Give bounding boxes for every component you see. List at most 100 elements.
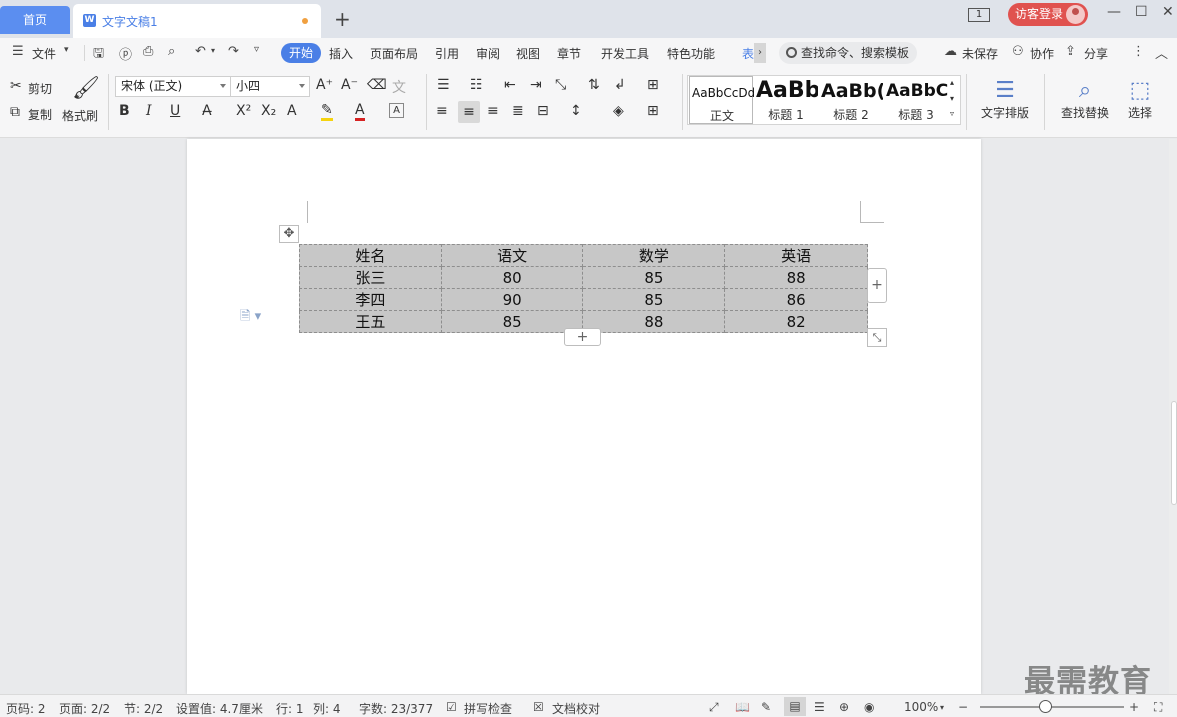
zoom-slider-track[interactable] — [980, 706, 1124, 708]
sort-icon[interactable]: ⇅ — [588, 77, 600, 93]
shrink-font-icon[interactable]: A⁻ — [341, 77, 358, 93]
bold-icon[interactable]: B — [119, 103, 130, 119]
subscript-icon[interactable]: X₂ — [261, 103, 276, 119]
status-word-count[interactable]: 字数: 23/377 — [359, 700, 433, 717]
more-options-icon[interactable]: ⋮ — [1132, 44, 1145, 59]
strikethrough-icon[interactable]: A̶ — [202, 103, 212, 119]
outline-view-icon[interactable]: ☰ — [814, 700, 825, 714]
char-border-icon[interactable]: A — [389, 103, 404, 118]
font-size-select[interactable]: 小四 — [230, 76, 310, 97]
grow-font-icon[interactable]: A⁺ — [316, 77, 333, 93]
status-section[interactable]: 节: 2/2 — [124, 700, 163, 717]
zoom-dropdown-icon[interactable]: ▾ — [940, 703, 944, 712]
fit-page-icon[interactable]: ⛶ — [1154, 700, 1162, 715]
tab-references[interactable]: 引用 — [435, 45, 459, 62]
table-cell[interactable]: 90 — [440, 288, 584, 311]
ruler-icon[interactable]: ⊞ — [647, 77, 659, 93]
add-row-plus-icon[interactable]: + — [564, 328, 601, 346]
cut-button[interactable]: 剪切 — [28, 80, 52, 97]
align-center-icon[interactable]: ≡ — [458, 101, 480, 123]
table-cell[interactable]: 85 — [582, 266, 726, 289]
scrollbar-thumb[interactable] — [1171, 401, 1177, 505]
table-cell[interactable]: 88 — [724, 266, 868, 289]
text-layout-button[interactable]: ☰ 文字排版 — [975, 78, 1035, 121]
tab-features[interactable]: 特色功能 — [667, 45, 715, 62]
styles-scroll-up-icon[interactable]: ▴ — [950, 78, 954, 87]
proofread-button[interactable]: 文档校对 — [552, 700, 600, 717]
font-name-select[interactable]: 宋体 (正文) — [115, 76, 231, 97]
select-button[interactable]: ⬚ 选择 — [1120, 78, 1160, 121]
font-color-icon[interactable]: A — [355, 103, 365, 121]
table-cell[interactable]: 语文 — [440, 244, 584, 267]
table-cell[interactable]: 85 — [440, 310, 584, 333]
highlight-icon[interactable]: ✎ — [321, 103, 333, 121]
text-effect-icon[interactable]: A — [287, 103, 297, 119]
style-normal[interactable]: AaBbCcDd 正文 — [689, 76, 754, 124]
line-spacing-icon[interactable]: ↕ — [570, 103, 582, 119]
collab-button[interactable]: 协作 — [1030, 45, 1054, 62]
table-cell[interactable]: 82 — [724, 310, 868, 333]
share-button[interactable]: 分享 — [1084, 45, 1108, 62]
table-cell[interactable]: 80 — [440, 266, 584, 289]
edit-mode-icon[interactable]: ✎ — [761, 700, 771, 714]
distribute-icon[interactable]: ⊟ — [537, 103, 549, 119]
zoom-in-icon[interactable]: + — [1129, 700, 1139, 714]
status-setting-value[interactable]: 设置值: 4.7厘米 — [176, 700, 263, 717]
undo-dropdown-icon[interactable]: ▾ — [211, 46, 215, 55]
align-right-icon[interactable]: ≡ — [487, 103, 499, 119]
more-tabs-icon[interactable]: › — [754, 43, 766, 63]
table-cell[interactable]: 李四 — [299, 288, 442, 311]
superscript-icon[interactable]: X² — [236, 103, 251, 119]
table-cell[interactable]: 姓名 — [299, 244, 442, 267]
shading-icon[interactable]: ◈ — [613, 103, 624, 119]
numbered-list-icon[interactable]: ☷ — [470, 77, 483, 93]
tab-home[interactable]: 首页 — [0, 6, 70, 34]
print-preview-icon[interactable]: ⌕ — [168, 44, 175, 59]
search-command-input[interactable]: 查找命令、搜索模板 — [779, 42, 917, 64]
status-row[interactable]: 行: 1 — [276, 700, 304, 717]
status-page-number[interactable]: 页码: 2 — [6, 700, 46, 717]
zoom-slider-knob[interactable] — [1038, 700, 1052, 713]
web-view-icon[interactable]: ⊕ — [839, 700, 849, 714]
redo-icon[interactable]: ↷ — [228, 44, 239, 59]
tab-table-tools[interactable]: 表 — [742, 45, 754, 62]
table-cell[interactable]: 88 — [582, 310, 726, 333]
customize-toolbar-icon[interactable]: ▿ — [254, 44, 259, 55]
table-cell[interactable]: 王五 — [299, 310, 442, 333]
tab-start[interactable]: 开始 — [281, 43, 321, 63]
tab-document[interactable]: W 文字文稿1 — [73, 4, 321, 38]
phonetic-guide-icon[interactable]: 文 — [392, 77, 406, 97]
decrease-indent-icon[interactable]: ⇤ — [504, 77, 516, 93]
spellcheck-button[interactable]: 拼写检查 — [464, 700, 512, 717]
text-direction-icon[interactable]: ⤡ — [555, 77, 566, 93]
copy-button[interactable]: 复制 — [28, 106, 52, 123]
collapse-ribbon-icon[interactable]: ︿ — [1155, 43, 1168, 62]
print-icon[interactable]: ⎙ — [143, 44, 153, 59]
document-workspace[interactable]: ✥ 🗎 ▾ 姓名 语文 数学 英语 张三 80 85 88 李四 90 85 8… — [0, 139, 1177, 694]
menu-file[interactable]: 文件 — [32, 45, 56, 62]
unsaved-status[interactable]: 未保存 — [962, 45, 998, 62]
chevron-down-icon[interactable]: ▾ — [64, 45, 69, 55]
increase-indent-icon[interactable]: ⇥ — [530, 77, 542, 93]
styles-more-icon[interactable]: ▿ — [950, 109, 954, 118]
fullscreen-icon[interactable]: ⤢ — [709, 700, 719, 715]
table-cell[interactable]: 85 — [582, 288, 726, 311]
tab-view[interactable]: 视图 — [516, 45, 540, 62]
close-icon[interactable]: ✕ — [1162, 4, 1174, 20]
window-count-icon[interactable]: 1 — [968, 8, 990, 22]
copy-icon[interactable]: ⧉ — [10, 104, 20, 120]
eye-protect-icon[interactable]: ◉ — [864, 700, 874, 714]
table-cell[interactable]: 英语 — [724, 244, 868, 267]
style-heading-2[interactable]: AaBb( 标题 2 — [819, 76, 883, 124]
format-painter-button[interactable]: 格式刷 — [62, 107, 98, 124]
read-mode-icon[interactable]: 📖 — [735, 700, 750, 714]
bullet-list-icon[interactable]: ☰ — [437, 77, 450, 93]
zoom-level[interactable]: 100% — [904, 700, 938, 714]
export-pdf-icon[interactable]: ⓟ — [119, 44, 132, 63]
align-left-icon[interactable]: ≡ — [436, 103, 448, 119]
page-view-icon[interactable]: ▤ — [784, 697, 806, 716]
styles-scroll-down-icon[interactable]: ▾ — [950, 94, 954, 103]
show-marks-icon[interactable]: ↲ — [614, 77, 626, 93]
tab-review[interactable]: 审阅 — [476, 45, 500, 62]
new-tab-plus-icon[interactable]: + — [334, 7, 351, 31]
